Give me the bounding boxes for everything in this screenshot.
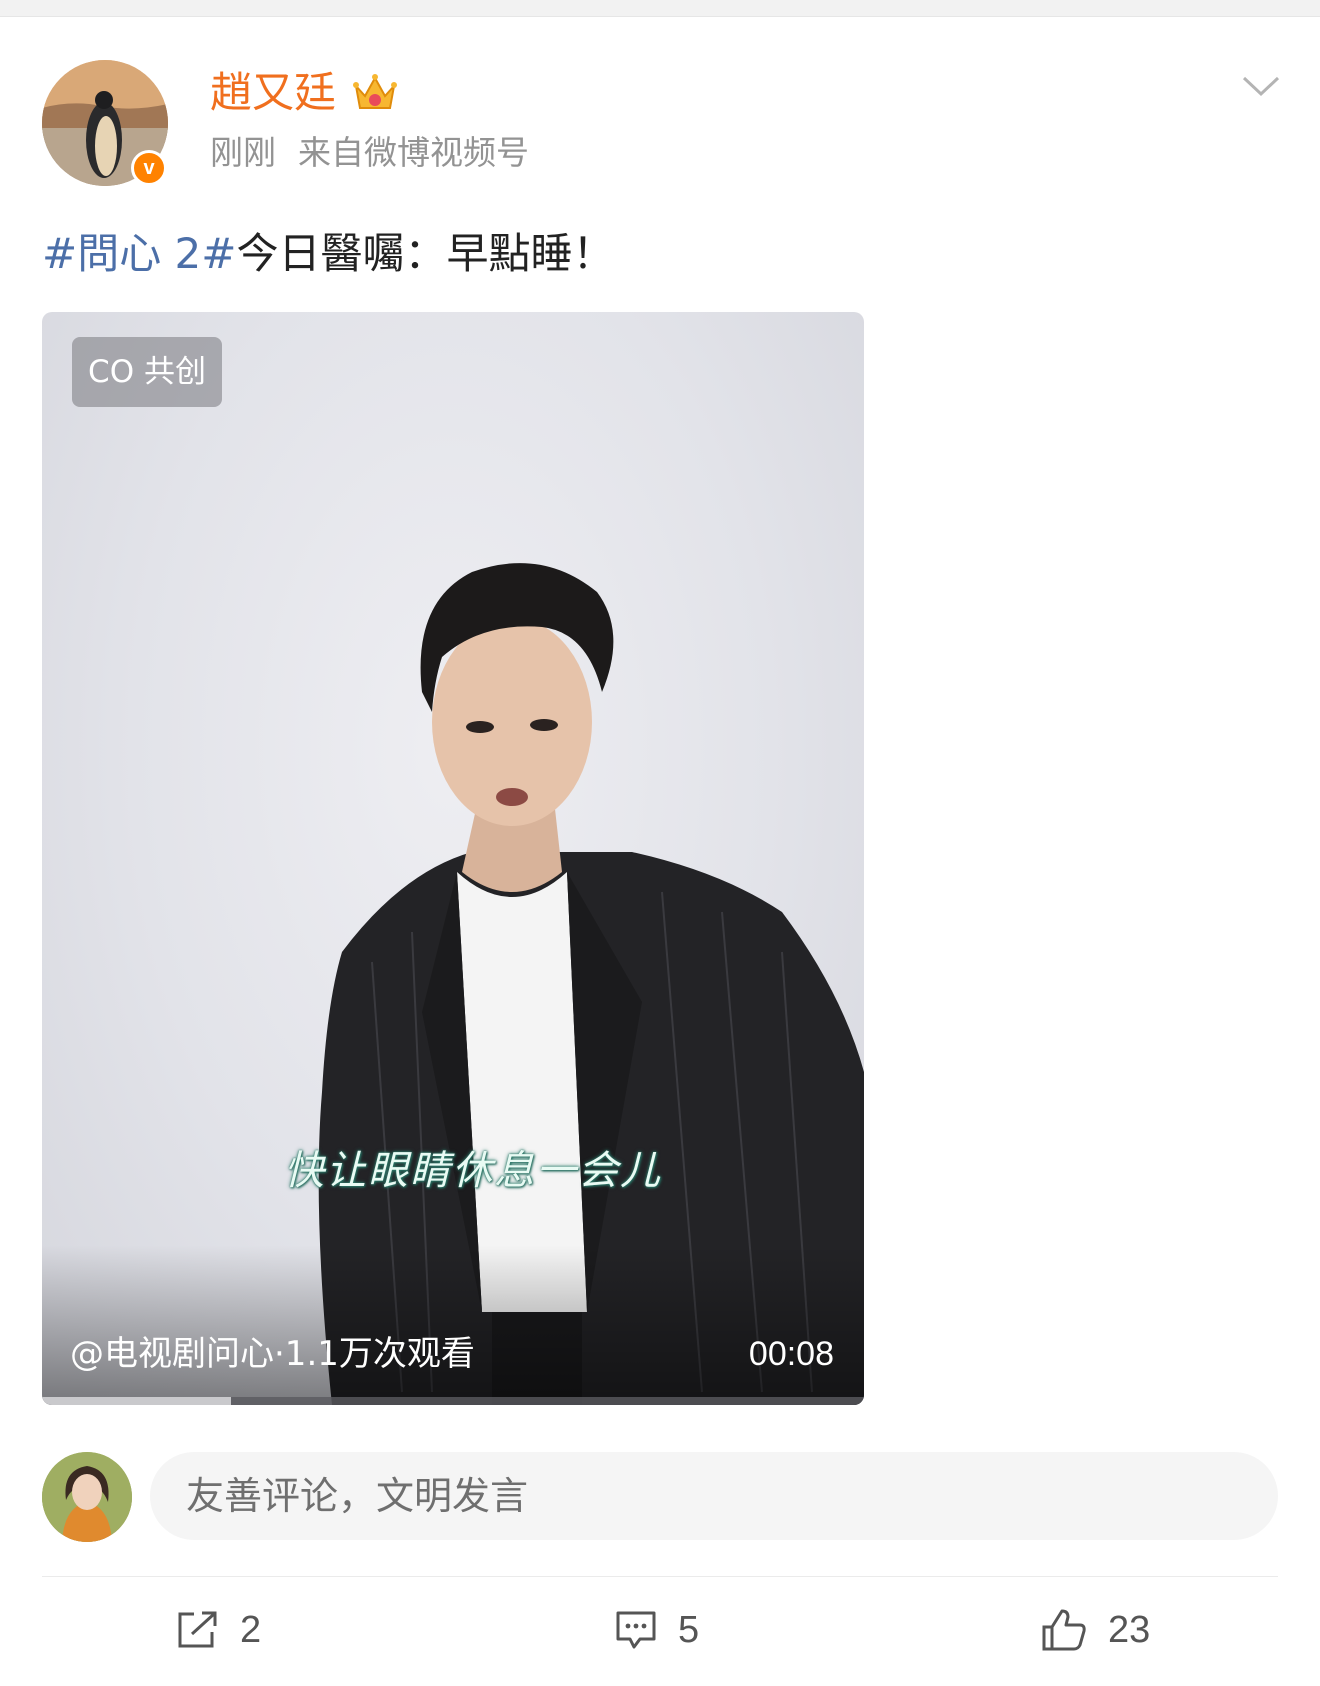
top-strip [0, 0, 1320, 17]
post-time: 刚刚 [210, 133, 276, 172]
post-meta: 刚刚 来自微博视频号 [210, 130, 529, 176]
repost-icon [178, 1611, 217, 1648]
verified-v-icon: v [131, 150, 167, 186]
cocreate-badge[interactable]: CO 共创 [72, 337, 222, 407]
author-name[interactable]: 趙又廷 [210, 66, 336, 120]
like-button[interactable]: 23 [1040, 1604, 1150, 1656]
repost-button[interactable]: 2 [176, 1604, 261, 1656]
post-text: #問心 2#今日醫囑：早點睡！ [42, 226, 614, 282]
video-player[interactable]: CO 共创 快让眼睛休息一会儿 @电视剧问心·1.1万次观看 00:08 [42, 312, 864, 1405]
comment-icon [616, 1611, 656, 1649]
video-progress-fill [42, 1397, 232, 1405]
crown-icon [353, 74, 397, 109]
post-body: 今日醫囑：早點睡！ [236, 229, 615, 278]
video-source-info[interactable]: @电视剧问心·1.1万次观看 [70, 1332, 475, 1376]
video-thumbnail [318, 563, 864, 1405]
video-subtitle: 快让眼睛休息一会儿 [284, 1148, 662, 1194]
post-source[interactable]: 来自微博视频号 [298, 133, 529, 172]
commenter-avatar-image [42, 1452, 132, 1542]
video-progress-bar[interactable] [42, 1397, 864, 1405]
repost-count: 2 [240, 1608, 262, 1651]
comment-button[interactable]: 5 [614, 1604, 699, 1656]
like-count: 23 [1108, 1608, 1151, 1651]
comment-input[interactable]: 友善评论，文明发言 [150, 1452, 1278, 1540]
hashtag-link[interactable]: #問心 2# [42, 229, 236, 278]
thumbs-up-icon [1042, 1609, 1086, 1651]
chevron-down-icon[interactable] [1240, 72, 1282, 102]
comment-count: 5 [678, 1608, 700, 1651]
video-bottom-shade [42, 1245, 864, 1405]
video-duration: 00:08 [748, 1335, 834, 1373]
divider [42, 1576, 1278, 1577]
commenter-avatar[interactable] [42, 1452, 132, 1542]
